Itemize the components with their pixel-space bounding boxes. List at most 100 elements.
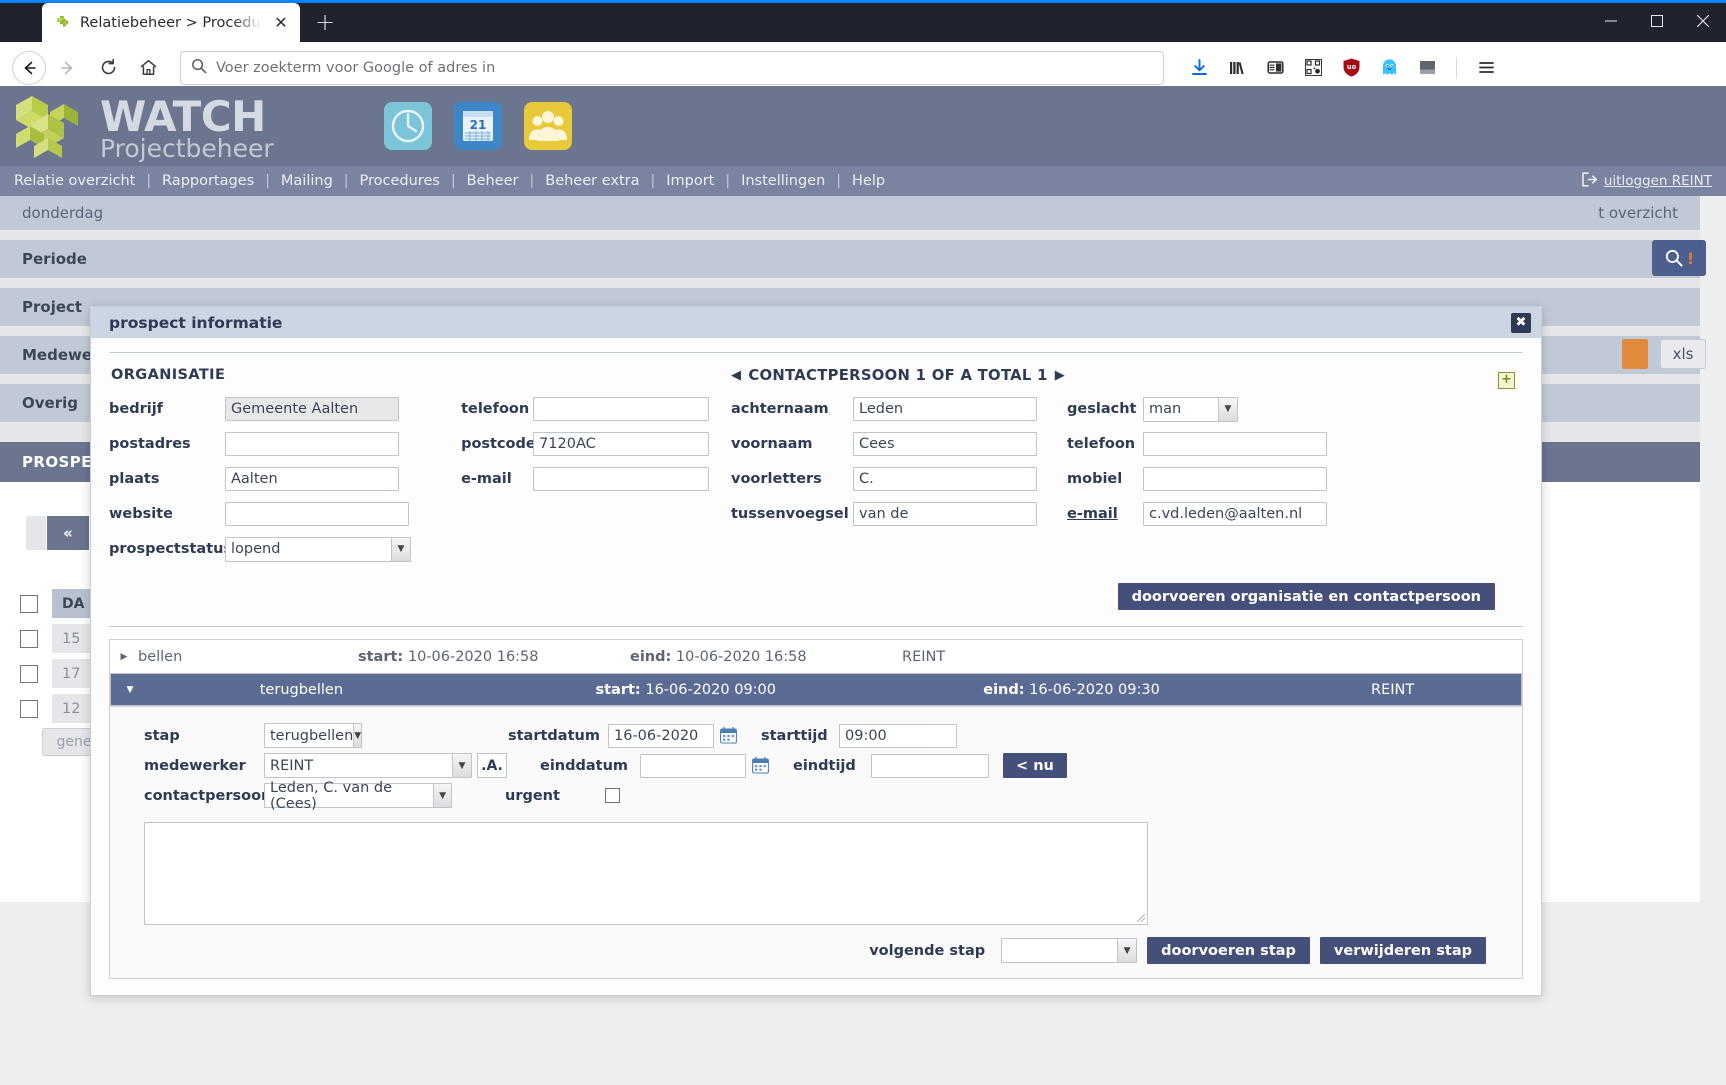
label-voorletters: voorletters: [731, 471, 822, 487]
reload-button[interactable]: [90, 50, 126, 86]
orange-marker[interactable]: [1622, 339, 1648, 369]
input-contact-telefoon[interactable]: [1143, 432, 1327, 456]
download-icon[interactable]: [1182, 51, 1216, 85]
input-voornaam[interactable]: Cees: [853, 432, 1037, 456]
contactpersoon-section: ◀ CONTACTPERSOON 1 OF A TOTAL 1 ▶ + acht…: [709, 367, 1523, 569]
menu-item-help[interactable]: Help: [852, 173, 885, 189]
field-row-prospectstatus: prospectstatus lopend ▼: [109, 534, 709, 564]
expand-icon[interactable]: ▶: [110, 652, 138, 662]
window-minimize-button[interactable]: [1588, 0, 1634, 42]
select-all-checkbox[interactable]: [20, 594, 38, 613]
filter-periode[interactable]: Periode: [0, 240, 1700, 278]
app-logo[interactable]: WATCH Projectbeheer: [10, 90, 274, 162]
web-application: WATCH Projectbeheer 21 Relatie overzicht…: [0, 86, 1726, 1085]
menu-item-relatie-overzicht[interactable]: Relatie overzicht: [14, 173, 135, 189]
input-achternaam[interactable]: Leden: [853, 397, 1037, 421]
address-bar[interactable]: Voer zoekterm voor Google of adres in: [180, 50, 1164, 85]
input-plaats[interactable]: Aalten: [225, 467, 400, 491]
select-geslacht[interactable]: man ▼: [1143, 396, 1238, 422]
input-einddatum[interactable]: [640, 753, 746, 778]
input-bedrijf[interactable]: Gemeente Aalten: [225, 397, 400, 421]
now-button[interactable]: < nu: [1003, 753, 1067, 778]
procedure-user: REINT: [1371, 681, 1415, 698]
label-stap: stap: [144, 727, 180, 744]
clock-icon[interactable]: [383, 102, 432, 150]
menu-item-import[interactable]: Import: [666, 173, 714, 189]
input-eindtijd[interactable]: [871, 753, 989, 778]
notes-textarea[interactable]: [144, 822, 1148, 925]
search-button[interactable]: !: [1652, 240, 1706, 276]
window-close-button[interactable]: [1680, 0, 1726, 42]
step-row-stap: stap terugbellen ▼ startdatum 16-06-2020…: [110, 723, 1522, 748]
new-tab-button[interactable]: +: [308, 5, 342, 39]
xls-export-button[interactable]: xls: [1660, 339, 1706, 369]
input-postadres[interactable]: [225, 432, 400, 456]
input-tussenvoegsel[interactable]: van de: [853, 502, 1037, 526]
prev-contact-icon[interactable]: ◀: [731, 368, 741, 383]
procedure-name: terugbellen: [259, 681, 344, 698]
home-button[interactable]: [130, 50, 166, 86]
input-website[interactable]: [225, 502, 409, 526]
alphabet-filter-button[interactable]: .A.: [477, 753, 507, 778]
input-telefoon[interactable]: [533, 397, 709, 421]
pager-first-button[interactable]: «: [47, 516, 89, 550]
browser-window: Relatiebeheer > Procedures > P ✕ +: [0, 0, 1726, 1085]
select-step-contactpersoon[interactable]: Leden, C. van de (Cees) ▼: [264, 780, 452, 812]
input-startdatum[interactable]: 16-06-2020: [608, 723, 714, 748]
submit-organisatie-button[interactable]: doorvoeren organisatie en contactpersoon: [1117, 583, 1495, 610]
next-contact-icon[interactable]: ▶: [1055, 368, 1065, 383]
input-postcode[interactable]: 7120AC: [533, 432, 709, 456]
row-checkbox[interactable]: [20, 629, 38, 648]
input-starttijd[interactable]: 09:00: [839, 723, 957, 748]
resize-handle[interactable]: [1137, 914, 1145, 922]
calendar-icon[interactable]: 21: [453, 102, 502, 150]
reader-view-icon[interactable]: [1258, 51, 1292, 85]
qr-code-icon[interactable]: [1296, 51, 1330, 85]
select-prospectstatus-value: lopend: [231, 541, 281, 557]
close-icon[interactable]: ✖: [1511, 312, 1531, 333]
chevron-down-icon: ▼: [452, 754, 471, 777]
select-volgende-stap[interactable]: ▼: [1001, 938, 1138, 963]
forward-button[interactable]: [50, 50, 86, 86]
library-icon[interactable]: [1220, 51, 1254, 85]
label-contact-email[interactable]: e-mail: [1067, 506, 1143, 522]
back-button[interactable]: [12, 50, 46, 85]
select-stap[interactable]: terugbellen ▼: [264, 723, 362, 748]
tab-close-icon[interactable]: ✕: [270, 12, 292, 34]
browser-tab[interactable]: Relatiebeheer > Procedures > P ✕: [42, 3, 300, 42]
window-maximize-button[interactable]: [1634, 0, 1680, 42]
procedure-row-bellen[interactable]: ▶ bellen start: 10-06-2020 16:58 eind: 1…: [110, 640, 1522, 673]
input-voorletters[interactable]: C.: [853, 467, 1037, 491]
toolbar-divider: [1456, 56, 1457, 79]
doorvoeren-stap-button[interactable]: doorvoeren stap: [1147, 937, 1310, 964]
calendar-picker-icon[interactable]: [752, 756, 769, 774]
input-email[interactable]: [533, 467, 709, 491]
logout-link[interactable]: uitloggen REINT: [1581, 171, 1712, 191]
add-contact-button[interactable]: +: [1498, 372, 1515, 389]
menu-item-beheer-extra[interactable]: Beheer extra: [545, 173, 639, 189]
menu-item-procedures[interactable]: Procedures: [360, 173, 440, 189]
people-icon[interactable]: [523, 102, 572, 150]
input-mobiel[interactable]: [1143, 467, 1327, 491]
procedure-row-terugbellen[interactable]: ▼ terugbellen start: 16-06-2020 09:00 ei…: [110, 673, 1522, 706]
menu-item-instellingen[interactable]: Instellingen: [741, 173, 825, 189]
row-checkbox[interactable]: [20, 699, 38, 718]
verwijderen-stap-button[interactable]: verwijderen stap: [1319, 937, 1486, 964]
select-prospectstatus[interactable]: lopend ▼: [225, 536, 411, 562]
select-medewerker[interactable]: REINT ▼: [264, 753, 472, 778]
ghostery-icon[interactable]: [1372, 51, 1406, 85]
row-checkbox[interactable]: [20, 664, 38, 683]
collapse-icon[interactable]: ▼: [116, 685, 144, 695]
urgent-checkbox[interactable]: [605, 788, 620, 803]
menu-item-beheer[interactable]: Beheer: [467, 173, 519, 189]
label-plaats: plaats: [109, 471, 160, 487]
ublock-icon[interactable]: uo: [1334, 51, 1368, 85]
menu-item-mailing[interactable]: Mailing: [281, 173, 333, 189]
extension-icon[interactable]: [1410, 51, 1444, 85]
menu-icon[interactable]: [1469, 51, 1503, 85]
input-contact-email[interactable]: c.vd.leden@aalten.nl: [1143, 502, 1327, 526]
overview-label: t overzicht: [1598, 204, 1678, 222]
label-postcode: postcode: [461, 436, 536, 452]
menu-item-rapportages[interactable]: Rapportages: [162, 173, 254, 189]
calendar-picker-icon[interactable]: [720, 726, 737, 744]
